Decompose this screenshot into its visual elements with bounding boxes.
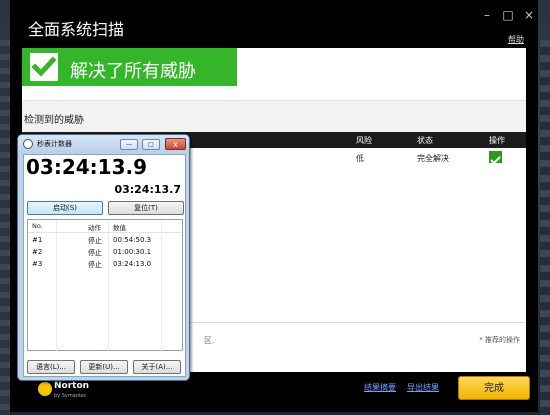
minimize-button[interactable]: — xyxy=(120,139,138,150)
row-status: 完全解决 xyxy=(417,154,449,163)
header-no: No. xyxy=(32,222,43,230)
help-link[interactable]: 帮助 xyxy=(508,34,524,45)
row-risk: 低 xyxy=(356,154,364,163)
lap-list[interactable]: No. 动作 数值 #1 停止 00:54:50.3 #2 停止 01:00:3… xyxy=(27,219,183,351)
lap-no: #2 xyxy=(32,248,43,256)
check-icon[interactable] xyxy=(489,151,502,165)
lap-value: 01:00:30.1 xyxy=(113,248,152,256)
resolved-banner: 解决了所有威胁 xyxy=(22,48,237,86)
list-item[interactable]: #1 停止 00:54:50.3 xyxy=(28,235,182,246)
logo-by: by Symantec xyxy=(54,393,87,399)
col-status: 状态 xyxy=(417,136,433,145)
stopwatch-window: 秒表计数器 — □ x 03:24:13.9 03:24:13.7 启动(S) … xyxy=(17,134,190,381)
section-title: 检测到的威胁 xyxy=(24,115,84,126)
close-button[interactable]: × xyxy=(522,8,536,22)
export-results-link[interactable]: 导出结果 xyxy=(407,382,439,393)
checkmark-icon xyxy=(30,53,58,81)
norton-logo: Norton by Symantec xyxy=(38,380,90,404)
col-action: 操作 xyxy=(489,136,505,145)
about-button[interactable]: 关于(A)... xyxy=(133,360,181,374)
banner-text: 解决了所有威胁 xyxy=(70,61,196,82)
minimize-button[interactable]: – xyxy=(480,8,494,22)
results-summary-link[interactable]: 结果摘要 xyxy=(364,382,396,393)
stopwatch-title-bar: 秒表计数器 — □ x xyxy=(18,135,189,153)
recommended-action-note: * 推荐的操作 xyxy=(479,336,520,344)
language-button[interactable]: 语言(L)... xyxy=(27,360,75,374)
lap-no: #1 xyxy=(32,236,43,244)
lap-no: #3 xyxy=(32,260,43,268)
stopwatch-body: 03:24:13.9 03:24:13.7 启动(S) 复位(T) No. 动作… xyxy=(23,154,186,377)
lap-action: 停止 xyxy=(88,261,102,269)
main-time-display: 03:24:13.9 xyxy=(26,155,148,179)
norton-logo-icon xyxy=(38,382,52,396)
title-bar: 全面系统扫描 – □ × 帮助 xyxy=(10,0,538,46)
footer-text-fragment: 区. xyxy=(204,336,215,345)
stopwatch-icon xyxy=(23,139,33,149)
threats-section-header: 检测到的威胁 xyxy=(22,100,526,132)
done-button[interactable]: 完成 xyxy=(458,376,530,400)
window-title: 全面系统扫描 xyxy=(28,20,125,39)
header-value: 数值 xyxy=(113,224,126,232)
lap-list-header: No. 动作 数值 xyxy=(28,220,182,233)
reset-button[interactable]: 复位(T) xyxy=(108,201,184,215)
start-button[interactable]: 启动(S) xyxy=(27,201,103,215)
list-item[interactable]: #3 停止 03:24:13.0 xyxy=(28,259,182,270)
stopwatch-bottom-buttons: 语言(L)... 更新(U)... 关于(A)... xyxy=(24,357,187,375)
lap-value: 00:54:50.3 xyxy=(113,236,152,244)
desktop-edge-left xyxy=(0,40,10,415)
list-item[interactable]: #2 停止 01:00:30.1 xyxy=(28,247,182,258)
lap-value: 03:24:13.0 xyxy=(113,260,152,268)
maximize-button[interactable]: □ xyxy=(142,139,160,150)
stopwatch-title: 秒表计数器 xyxy=(37,140,72,148)
col-risk: 风险 xyxy=(356,136,372,145)
desktop-edge-right xyxy=(540,40,550,415)
lap-time-display: 03:24:13.7 xyxy=(114,183,181,196)
maximize-button[interactable]: □ xyxy=(501,8,515,22)
close-button[interactable]: x xyxy=(165,138,186,150)
update-button[interactable]: 更新(U)... xyxy=(80,360,128,374)
lap-action: 停止 xyxy=(88,237,102,245)
header-action: 动作 xyxy=(88,224,101,232)
lap-action: 停止 xyxy=(88,249,102,257)
logo-name: Norton xyxy=(54,381,90,391)
